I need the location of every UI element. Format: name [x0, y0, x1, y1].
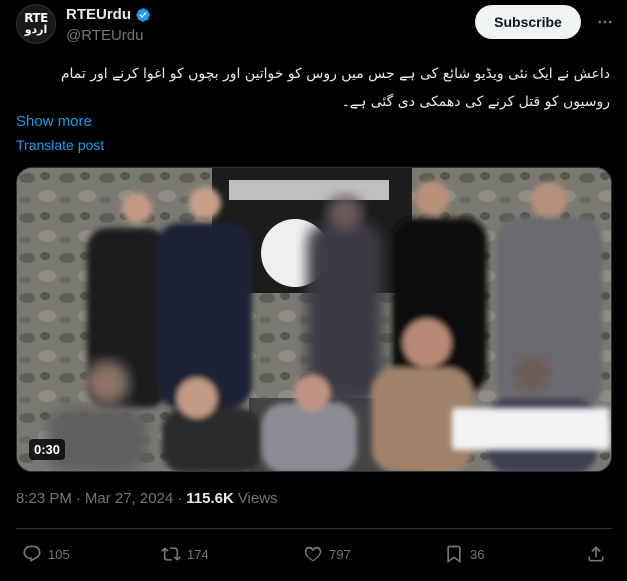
action-bar: 105 174 797 36 [16, 540, 612, 568]
like-button[interactable]: 797 [303, 542, 351, 566]
name-row: RTEUrdu [66, 6, 151, 23]
translate-post-link[interactable]: Translate post [16, 137, 104, 153]
like-count: 797 [329, 546, 351, 562]
post-text: داعش نے ایک نئی ویڈیو شائع کی ہے جس میں … [60, 66, 610, 110]
display-name[interactable]: RTEUrdu [66, 6, 131, 23]
repost-count: 174 [187, 546, 209, 562]
handle[interactable]: @RTEUrdu [66, 27, 151, 44]
repost-button[interactable]: 174 [161, 542, 209, 566]
subscribe-button[interactable]: Subscribe [475, 5, 581, 39]
author-info: RTEUrdu @RTEUrdu [66, 6, 151, 44]
share-button[interactable] [586, 542, 606, 566]
divider [16, 528, 612, 529]
avatar[interactable]: RTE اردو [16, 4, 56, 44]
post-meta: 8:23 PM · Mar 27, 2024 · 115.6K Views [16, 490, 278, 507]
video-player[interactable]: 0:30 [16, 167, 612, 472]
more-horizontal-icon[interactable] [594, 12, 616, 32]
meta-separator: · [177, 490, 183, 507]
reply-icon [23, 545, 41, 562]
bookmark-button[interactable]: 36 [444, 542, 484, 566]
meta-separator: · [75, 490, 81, 507]
verified-badge-icon [136, 7, 150, 22]
reply-button[interactable]: 105 [22, 542, 70, 566]
post-date[interactable]: Mar 27, 2024 [85, 490, 173, 507]
post-time[interactable]: 8:23 PM [16, 490, 72, 507]
reply-count: 105 [48, 546, 70, 562]
avatar-text-bottom: اردو [24, 23, 48, 36]
show-more-link[interactable]: Show more [16, 113, 92, 130]
video-duration: 0:30 [29, 439, 66, 460]
bookmark-count: 36 [470, 546, 485, 562]
share-icon [588, 546, 604, 562]
tweet-header: RTE اردو RTEUrdu @RTEUrdu Subscribe [16, 4, 612, 48]
repost-icon [161, 547, 181, 561]
bookmark-icon [447, 545, 461, 564]
heart-icon [304, 546, 322, 562]
views-label: Views [237, 490, 278, 507]
video-thumbnail [17, 168, 611, 471]
views-count: 115.6K [186, 490, 234, 507]
